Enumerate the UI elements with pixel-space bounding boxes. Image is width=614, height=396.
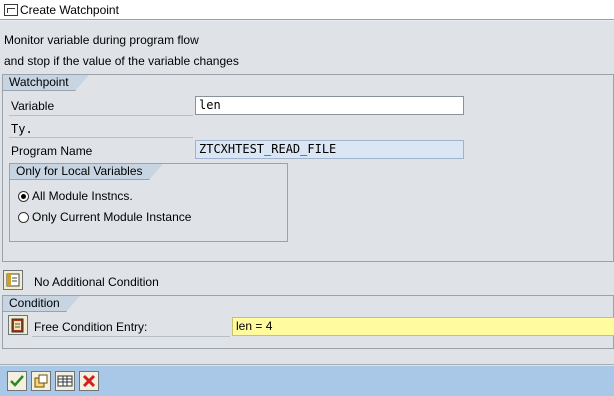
- check-icon: [10, 375, 24, 387]
- window-icon: [4, 3, 18, 16]
- program-name-label: Program Name: [11, 144, 93, 158]
- x-icon: [82, 374, 96, 388]
- radio-selected-icon[interactable]: [18, 190, 29, 202]
- local-vars-group: Only for Local Variables All Module Inst…: [9, 163, 288, 242]
- condition-entry-button[interactable]: [8, 315, 28, 335]
- description-line-1: Monitor variable during program flow: [4, 33, 199, 47]
- type-label-underline: [9, 137, 193, 138]
- footer-toolbar: [0, 366, 614, 396]
- book-edit-icon: [11, 318, 24, 333]
- radio-current-module-instance-label: Only Current Module Instance: [32, 210, 192, 224]
- condition-label-underline: [32, 336, 230, 337]
- condition-input[interactable]: len = 4: [232, 317, 614, 336]
- new-entry-icon: [34, 374, 48, 388]
- condition-group-title: Condition: [3, 296, 80, 312]
- no-additional-condition-label: No Additional Condition: [34, 275, 159, 289]
- free-condition-entry-label: Free Condition Entry:: [34, 320, 148, 334]
- window-title: Create Watchpoint: [20, 2, 119, 17]
- type-label: Ty.: [11, 122, 33, 136]
- radio-all-module-instances[interactable]: All Module Instncs.: [18, 189, 133, 203]
- description-line-2: and stop if the value of the variable ch…: [4, 54, 239, 68]
- variable-label: Variable: [11, 99, 55, 113]
- layout-button[interactable]: [55, 371, 75, 391]
- dialog-content: Monitor variable during program flow and…: [0, 21, 614, 366]
- condition-group: Condition Free Condition Entry: len = 4: [2, 295, 614, 349]
- radio-all-module-instances-label: All Module Instncs.: [32, 189, 133, 203]
- layout-icon: [57, 375, 73, 387]
- window-titlebar: Create Watchpoint: [0, 0, 614, 20]
- program-name-field: ZTCXHTEST_READ_FILE: [195, 140, 464, 159]
- condition-toggle-button[interactable]: [3, 270, 23, 290]
- radio-unselected-icon[interactable]: [18, 211, 29, 223]
- watchpoint-group-title: Watchpoint: [3, 75, 89, 91]
- cancel-button[interactable]: [79, 371, 99, 391]
- variable-input[interactable]: len: [195, 96, 464, 115]
- watchpoint-group: Watchpoint Variable len Ty. Program Name…: [2, 74, 614, 262]
- footer-separator: [0, 364, 614, 365]
- confirm-button[interactable]: [7, 371, 27, 391]
- local-vars-group-title: Only for Local Variables: [10, 164, 162, 180]
- variable-label-underline: [9, 115, 193, 116]
- condition-icon: [6, 273, 20, 287]
- radio-current-module-instance[interactable]: Only Current Module Instance: [18, 210, 191, 224]
- new-button[interactable]: [31, 371, 51, 391]
